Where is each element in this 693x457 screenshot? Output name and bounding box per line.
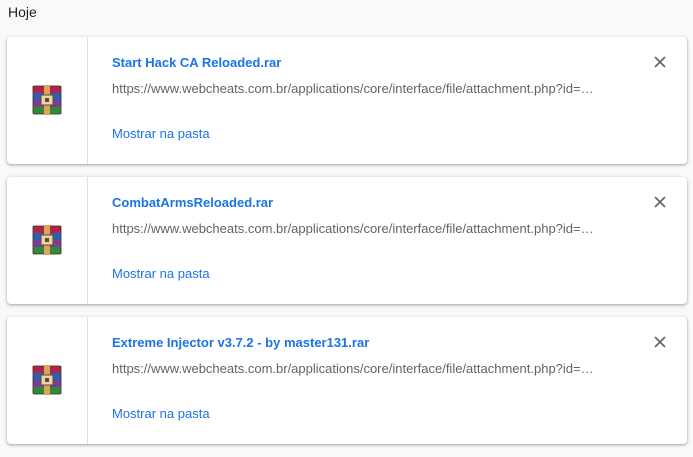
file-source-url: https://www.webcheats.com.br/application… <box>112 361 594 376</box>
file-source-url: https://www.webcheats.com.br/application… <box>112 221 594 236</box>
download-details: CombatArmsReloaded.rar https://www.webch… <box>112 177 637 304</box>
file-icon-column <box>7 37 88 164</box>
download-item: CombatArmsReloaded.rar https://www.webch… <box>7 177 687 304</box>
file-name-link[interactable]: Start Hack CA Reloaded.rar <box>112 55 281 70</box>
close-icon[interactable] <box>652 334 668 350</box>
winrar-archive-icon <box>32 225 62 255</box>
file-icon-column <box>7 177 88 304</box>
downloads-list: Start Hack CA Reloaded.rar https://www.w… <box>7 37 687 457</box>
winrar-archive-icon <box>32 85 62 115</box>
file-source-url: https://www.webcheats.com.br/application… <box>112 81 594 96</box>
download-details: Start Hack CA Reloaded.rar https://www.w… <box>112 37 637 164</box>
file-name-link[interactable]: CombatArmsReloaded.rar <box>112 195 273 210</box>
file-name-link[interactable]: Extreme Injector v3.7.2 - by master131.r… <box>112 335 369 350</box>
show-in-folder-link[interactable]: Mostrar na pasta <box>112 126 210 141</box>
date-header: Hoje <box>8 4 37 20</box>
close-icon[interactable] <box>652 54 668 70</box>
winrar-archive-icon <box>32 365 62 395</box>
show-in-folder-link[interactable]: Mostrar na pasta <box>112 406 210 421</box>
download-item: Start Hack CA Reloaded.rar https://www.w… <box>7 37 687 164</box>
show-in-folder-link[interactable]: Mostrar na pasta <box>112 266 210 281</box>
file-icon-column <box>7 317 88 444</box>
download-details: Extreme Injector v3.7.2 - by master131.r… <box>112 317 637 444</box>
download-item: Extreme Injector v3.7.2 - by master131.r… <box>7 317 687 444</box>
close-icon[interactable] <box>652 194 668 210</box>
